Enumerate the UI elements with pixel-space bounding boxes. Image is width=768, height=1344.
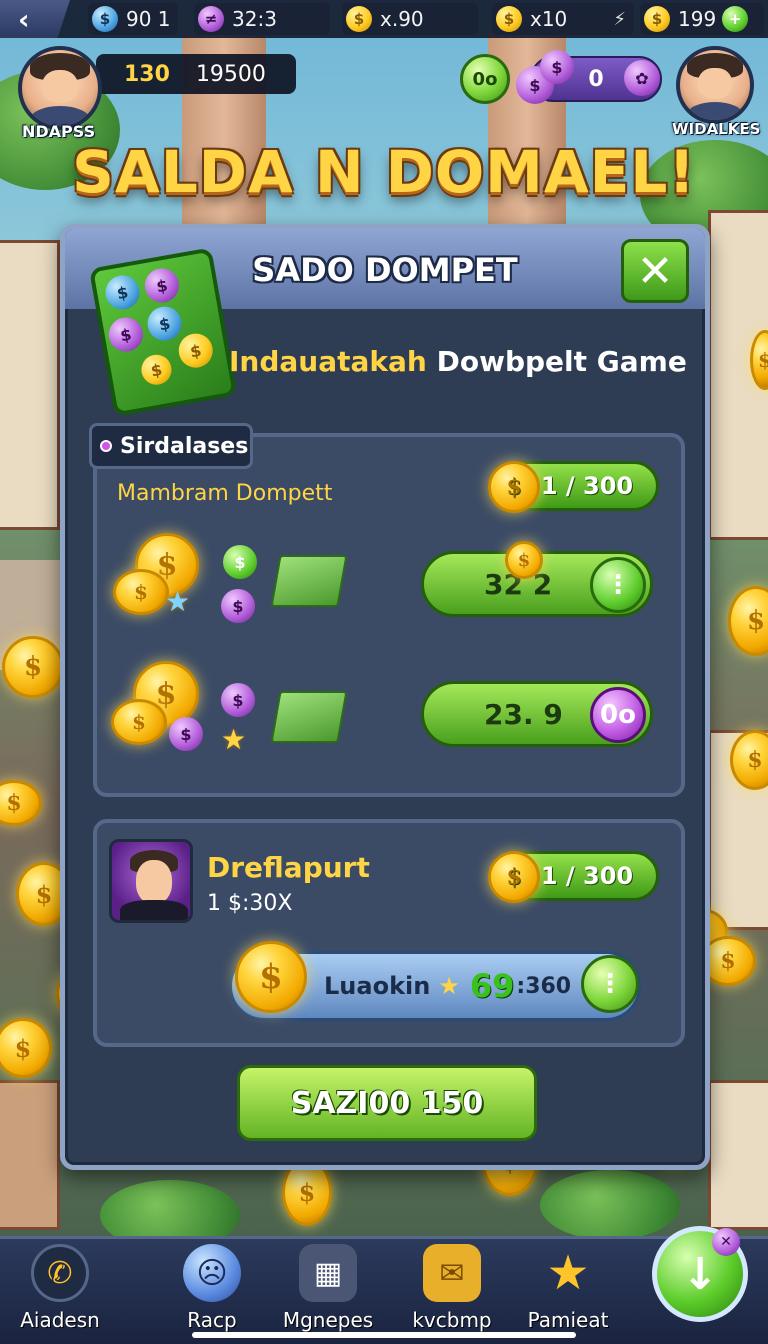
unlock-value: 69 (469, 967, 515, 1005)
star-icon: ★ (438, 972, 460, 1000)
resource-value: 90 1 (126, 7, 171, 31)
dot-icon (100, 440, 112, 452)
coin-icon: $ (728, 586, 768, 656)
coin-icon: $ (0, 1018, 52, 1078)
nav-item-phone[interactable]: ✆ Aiadesn (0, 1244, 120, 1332)
section-tag: Sirdalases (89, 423, 253, 469)
tree (540, 1170, 680, 1240)
phone-icon: ✆ (31, 1244, 89, 1302)
house (708, 1080, 768, 1230)
reward-bar-2[interactable]: 23. 9 0o (421, 681, 653, 747)
unlock-cap: :360 (516, 973, 572, 999)
house (0, 1080, 60, 1230)
wallet-icon: $ $ $ $ $ $ (88, 247, 238, 417)
purple-badge-icon: 0o (590, 687, 646, 743)
nav-item-mail[interactable]: ✉ kvcbmp (392, 1244, 512, 1332)
reward-name: Dreflapurt (207, 851, 370, 884)
resource-gold-1: $ x.90 (342, 3, 478, 35)
page-title: SALDA N DOMAEL! (72, 138, 696, 206)
grid-icon: ▦ (299, 1244, 357, 1302)
panel-subtitle: Indauatakah Dowbpelt Game (229, 345, 687, 378)
purple-gem-icon: $ (221, 683, 255, 717)
resource-value: x10 (530, 7, 568, 31)
unlock-label: Luaokin (324, 972, 431, 1000)
coin-icon: $ (505, 541, 543, 579)
reward-portrait (109, 839, 193, 923)
nav-item-star[interactable]: ★ Pamieat (508, 1244, 628, 1332)
chevron-left-icon: ‹ (18, 2, 30, 36)
coin-icon: $ (235, 941, 307, 1013)
resource-value: 32:3 (232, 7, 277, 31)
resource-value: 199 (678, 7, 717, 31)
close-badge-icon: ✕ (712, 1228, 740, 1256)
star-icon: ★ (221, 723, 247, 756)
gold-coin-icon: $ (644, 6, 670, 32)
green-gem-icon: $ (223, 545, 257, 579)
purple-gem-icon: ≠ (198, 6, 224, 32)
coin-icon: $ (488, 851, 540, 903)
flower-icon: ✿ (624, 60, 660, 96)
coin-icon: $ (111, 699, 167, 745)
gold-coin-icon: $ (346, 6, 372, 32)
house (0, 240, 60, 530)
resource-purple: ≠ 32:3 (194, 3, 330, 35)
face-icon: ☹ (183, 1244, 241, 1302)
player-score-pill: 130 19500 (96, 54, 296, 94)
gem-counter-value: 0 (588, 66, 604, 92)
more-icon: ⋮ (590, 557, 646, 613)
friend-name: WIDALKES (672, 120, 761, 138)
reward-rate: 1 $:30X (207, 891, 293, 916)
reward-progress: $ 1 / 300 (488, 851, 659, 903)
wallet-progress: $ 1 / 300 (488, 461, 659, 513)
cash-stack-icon (270, 691, 348, 743)
resource-blue: $ 90 1 (88, 3, 178, 35)
coin-icon: $ (2, 636, 64, 698)
star-icon: ★ (165, 585, 191, 618)
resource-value: x.90 (380, 7, 424, 31)
coin-icon: $ (0, 780, 42, 826)
more-icon[interactable]: ⋮ (581, 955, 639, 1013)
nav-item-grid[interactable]: ▦ Mgnepes (268, 1244, 388, 1332)
section-label: Mambram Dompett (117, 481, 333, 506)
resource-gold-3: $ 199 + (640, 3, 764, 35)
coin-icon: $ (113, 569, 169, 615)
purple-gem-icon: $ (221, 589, 255, 623)
blue-coin-icon: $ (92, 6, 118, 32)
bonus-circle-button[interactable]: 0o (460, 54, 510, 104)
resource-gold-2: $ x10 ⚡ (492, 3, 634, 35)
nav-item-face[interactable]: ☹ Racp (152, 1244, 272, 1332)
cash-stack-icon (270, 555, 348, 607)
home-indicator (192, 1332, 576, 1338)
player-score: 19500 (195, 61, 266, 87)
close-button[interactable]: ✕ (621, 239, 689, 303)
coin-icon: $ (488, 461, 540, 513)
friend-avatar[interactable] (676, 46, 754, 124)
close-icon: ✕ (636, 245, 674, 297)
arrow-down-icon: ↓ (681, 1248, 719, 1300)
gold-coin-icon: $ (496, 6, 522, 32)
wallet-panel: SADO DOMPET ✕ $ $ $ $ $ $ Indauatakah Do… (60, 224, 710, 1170)
add-currency-button[interactable]: + (722, 6, 749, 32)
purple-gem-icon: $ (169, 717, 203, 751)
claim-button[interactable]: SAZI00 150 (237, 1065, 537, 1141)
player-avatar[interactable] (18, 46, 102, 130)
purple-gem-icon: $ (540, 50, 574, 84)
lightning-icon: ⚡ (613, 8, 626, 30)
star-icon: ★ (546, 1245, 590, 1301)
player-level: 130 (124, 61, 170, 87)
mail-icon: ✉ (423, 1244, 481, 1302)
